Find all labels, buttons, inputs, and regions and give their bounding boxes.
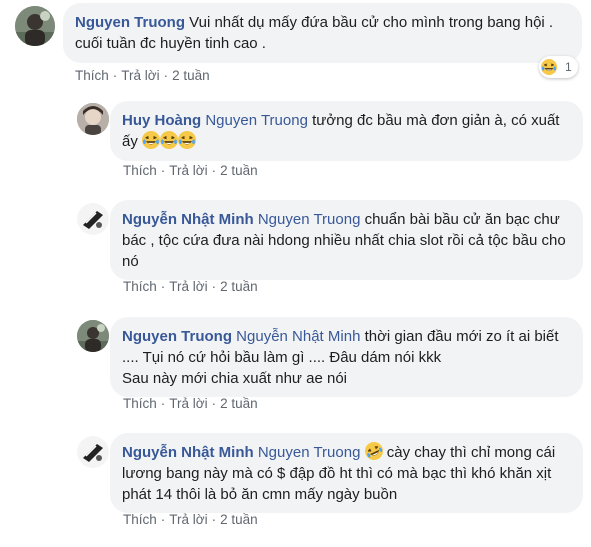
laughing-emoji-icon [178,131,197,149]
mention-link[interactable]: Nguyen Truong [258,444,361,461]
reply-link[interactable]: Trả lời [169,279,207,294]
mention-link[interactable]: Nguyen Truong [205,112,308,129]
avatar-image-icon [77,203,109,235]
avatar-image-icon [77,436,109,468]
reply-link[interactable]: Trả lời [169,396,207,411]
laughing-emoji-icon [160,131,179,149]
rofl-emoji-icon [364,442,383,460]
avatar[interactable] [77,203,109,235]
reply-link[interactable]: Trả lời [169,163,207,178]
like-link[interactable]: Thích [123,396,157,411]
comment-bubble: Nguyen Truong Vui nhất dụ mấy đứa bầu cử… [63,3,582,63]
reply-link[interactable]: Trả lời [169,512,207,527]
comment-actions: Thích · Trả lời · 2 tuần [123,163,258,178]
comment-actions: Thích · Trả lời · 2 tuần [123,279,258,294]
like-link[interactable]: Thích [123,512,157,527]
comment-actions: Thích · Trả lời · 2 tuần [123,396,258,411]
comment-2: Huy Hoàng Nguyen Truong tưởng đc bầu mà … [0,95,591,185]
comment-bubble: Nguyễn Nhật Minh Nguyen Truong chuẩn bài… [110,200,583,280]
timestamp[interactable]: 2 tuần [220,512,258,527]
comment-actions: Thích · Trả lời · 2 tuần [75,68,210,83]
comment-author[interactable]: Huy Hoàng [122,112,201,129]
comment-bubble: Nguyễn Nhật Minh Nguyen Truong cày chay … [110,433,583,513]
comment-5: Nguyễn Nhật Minh Nguyen Truong cày chay … [0,428,591,547]
avatar[interactable] [15,6,55,46]
laughing-emoji-icon [541,59,557,75]
comment-author[interactable]: Nguyen Truong [75,14,185,31]
reaction-count: 1 [565,60,572,74]
avatar[interactable] [77,320,109,352]
timestamp[interactable]: 2 tuần [220,279,258,294]
mention-link[interactable]: Nguyen Truong [258,211,361,228]
avatar-image-icon [15,6,55,46]
comment-bubble: Huy Hoàng Nguyen Truong tưởng đc bầu mà … [110,101,583,161]
avatar[interactable] [77,436,109,468]
comment-1: Nguyen Truong Vui nhất dụ mấy đứa bầu cử… [0,0,591,90]
laughing-emoji-icon [142,131,161,149]
like-link[interactable]: Thích [123,163,157,178]
avatar[interactable] [77,103,109,135]
avatar-image-icon [77,103,109,135]
timestamp[interactable]: 2 tuần [220,396,258,411]
like-link[interactable]: Thích [123,279,157,294]
emoji-group [142,131,197,150]
comment-bubble: Nguyen Truong Nguyễn Nhật Minh thời gian… [110,317,583,397]
comment-4: Nguyen Truong Nguyễn Nhật Minh thời gian… [0,312,591,422]
like-link[interactable]: Thích [75,68,109,83]
timestamp[interactable]: 2 tuần [220,163,258,178]
comment-text-line2: Sau này mới chia xuất như ae nói [122,370,348,387]
reply-link[interactable]: Trả lời [121,68,159,83]
timestamp[interactable]: 2 tuần [172,68,210,83]
mention-link[interactable]: Nguyễn Nhật Minh [236,328,360,345]
avatar-image-icon [77,320,109,352]
comment-author[interactable]: Nguyen Truong [122,328,232,345]
comment-3: Nguyễn Nhật Minh Nguyen Truong chuẩn bài… [0,195,591,300]
reaction-badge[interactable]: 1 [539,56,578,78]
comment-author[interactable]: Nguyễn Nhật Minh [122,211,254,228]
comment-actions: Thích · Trả lời · 2 tuần [123,512,258,527]
comment-author[interactable]: Nguyễn Nhật Minh [122,444,254,461]
